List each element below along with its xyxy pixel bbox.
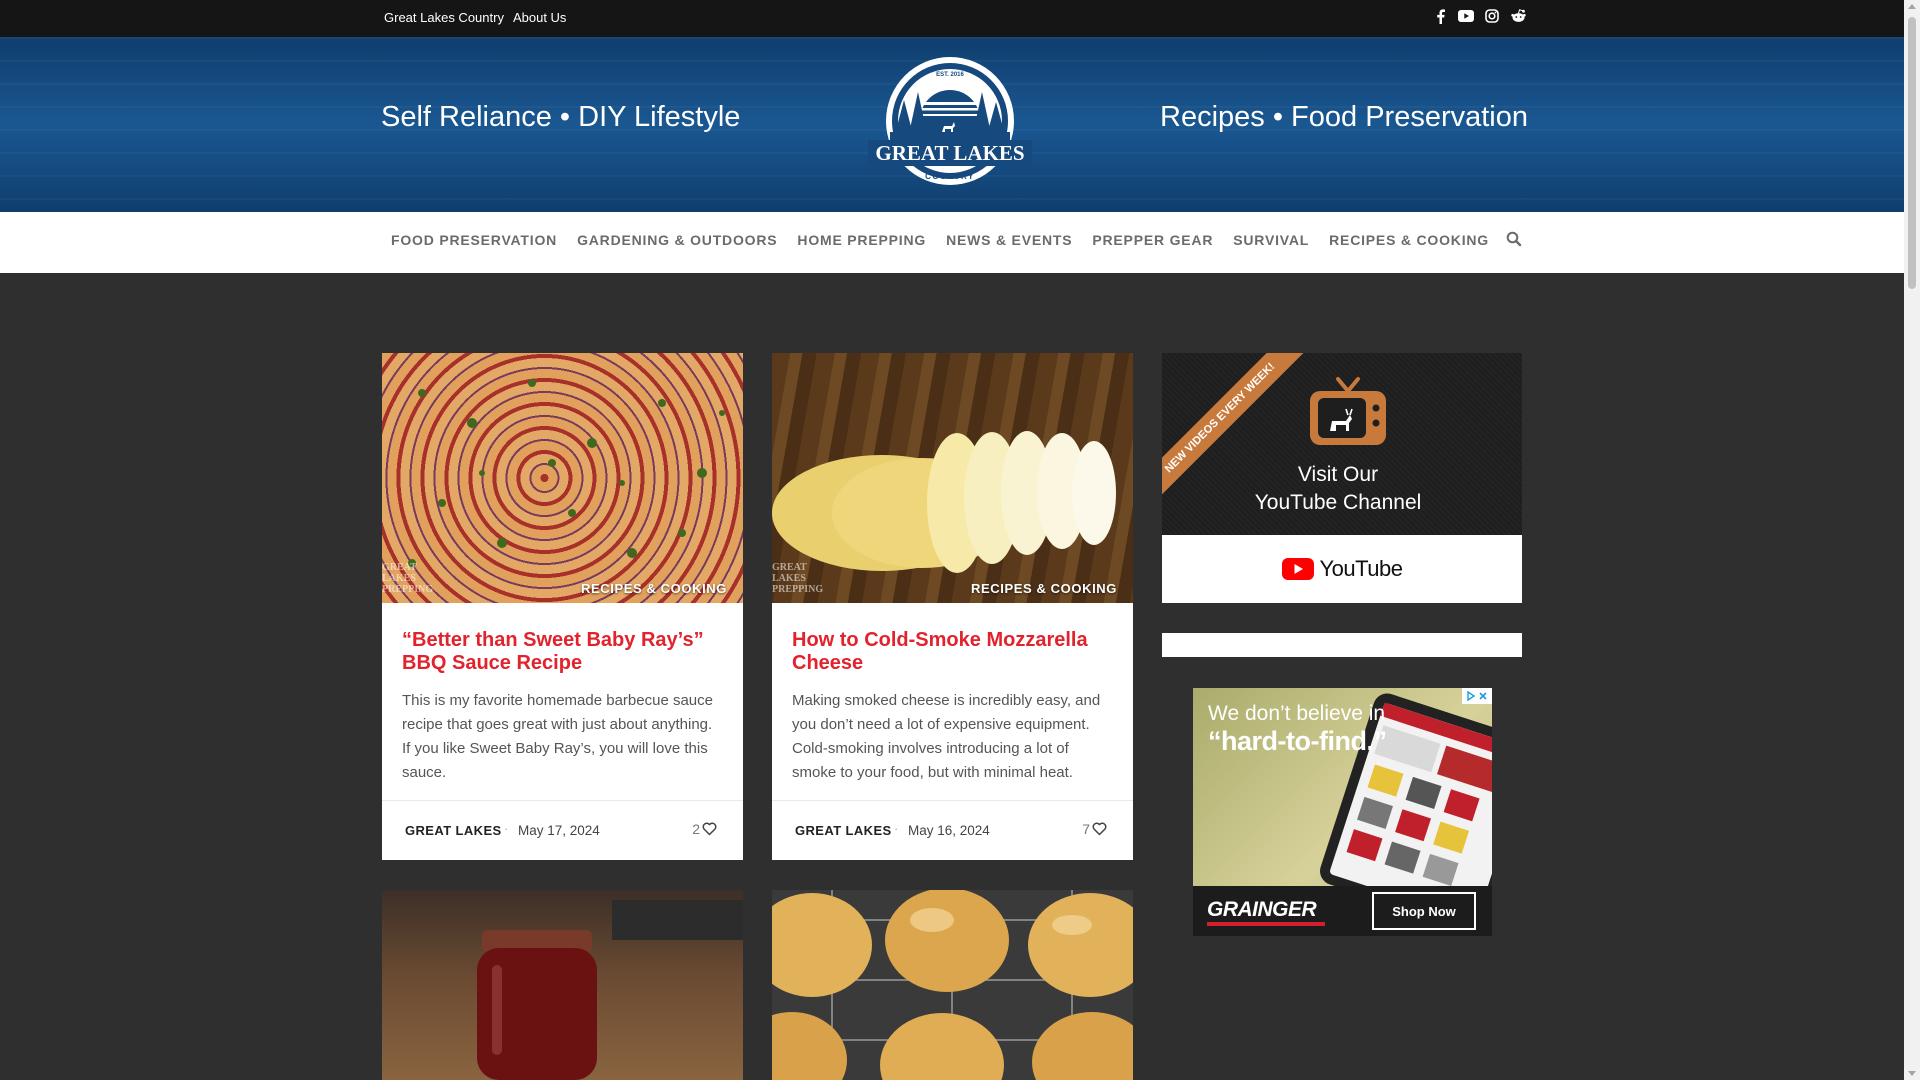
logo-est: EST. 2016 (936, 72, 964, 78)
post-category[interactable]: RECIPES & COOKING (971, 581, 1117, 596)
sauce-jar (477, 900, 743, 1080)
nav-item-news-events[interactable]: NEWS & EVENTS (946, 232, 1072, 248)
post-date: May 17, 2024 (518, 823, 600, 838)
post-author[interactable]: GREAT LAKES (405, 823, 502, 838)
nav-item-prepper-gear[interactable]: PREPPER GEAR (1092, 232, 1213, 248)
tagline-left: Self Reliance • DIY Lifestyle (381, 101, 741, 133)
post-card[interactable]: GREAT LAKES PREPPING RECIPES & COOKING “… (382, 353, 743, 860)
visit-youtube-text: Visit Our YouTube Channel (1162, 461, 1514, 517)
bread-rolls (772, 890, 1133, 1080)
page-scrollbar[interactable] (1904, 0, 1920, 1080)
post-image[interactable] (382, 890, 743, 1080)
like-count: 7 (1082, 821, 1090, 837)
top-bar: Great Lakes Country About Us (0, 0, 1904, 37)
adchoices-icon[interactable] (1462, 688, 1492, 704)
youtube-icon[interactable] (1458, 8, 1474, 24)
post-card[interactable]: GREAT LAKES PREPPING RECIPES & COOKING H… (772, 353, 1133, 860)
grainger-logo-underline (1207, 922, 1325, 926)
post-image[interactable]: GREAT LAKES PREPPING RECIPES & COOKING (772, 353, 1133, 603)
scrollbar-thumb[interactable] (1908, 17, 1916, 289)
scroll-up-arrow[interactable] (1908, 4, 1916, 9)
nav-item-home-prepping[interactable]: HOME PREPPING (797, 232, 926, 248)
image-watermark: GREAT LAKES PREPPING (772, 562, 824, 595)
instagram-icon[interactable] (1484, 8, 1500, 24)
top-link-about-us[interactable]: About Us (513, 10, 566, 25)
post-author[interactable]: GREAT LAKES (795, 823, 892, 838)
like-button[interactable]: 2 (692, 821, 717, 837)
post-title[interactable]: How to Cold-Smoke Mozzarella Cheese (772, 603, 1133, 675)
youtube-play-icon (1281, 558, 1314, 580)
nav-item-recipes-cooking[interactable]: RECIPES & COOKING (1329, 232, 1489, 248)
meta-separator: · (504, 821, 509, 836)
meta-separator: · (894, 821, 899, 836)
top-links: Great Lakes Country About Us (384, 10, 566, 25)
visit-line-2: YouTube Channel (1254, 491, 1422, 514)
post-title[interactable]: “Better than Sweet Baby Ray’s” BBQ Sauce… (382, 603, 743, 675)
post-card[interactable] (382, 890, 743, 1080)
social-links (1432, 8, 1526, 24)
like-count: 2 (692, 821, 700, 837)
like-button[interactable]: 7 (1082, 821, 1107, 837)
image-watermark: GREAT LAKES PREPPING (382, 562, 434, 595)
youtube-logo[interactable]: YouTube (1162, 535, 1522, 603)
reddit-icon[interactable] (1510, 8, 1526, 24)
ad-footer: GRAINGER Shop Now (1193, 886, 1492, 936)
post-image[interactable] (772, 890, 1133, 1080)
ad-headline-1: We don’t believe in (1208, 702, 1386, 725)
ad-headline-2: “hard-to-find.” (1208, 726, 1387, 756)
nav-item-survival[interactable]: SURVIVAL (1233, 232, 1309, 248)
sidebar-widget-placeholder (1162, 633, 1522, 657)
facebook-icon[interactable] (1432, 8, 1448, 24)
nav-item-food-preservation[interactable]: FOOD PRESERVATION (391, 232, 557, 248)
post-excerpt: Making smoked cheese is incredibly easy,… (792, 692, 1101, 781)
top-link-great-lakes-country[interactable]: Great Lakes Country (384, 10, 504, 25)
grainger-logo: GRAINGER (1207, 898, 1317, 921)
main-nav: FOOD PRESERVATION GARDENING & OUTDOORS H… (0, 212, 1904, 273)
tagline-right: Recipes • Food Preservation (1160, 101, 1528, 133)
heart-icon (702, 822, 717, 836)
post-category[interactable]: RECIPES & COOKING (581, 581, 727, 596)
post-card[interactable] (772, 890, 1133, 1080)
nav-item-gardening-outdoors[interactable]: GARDENING & OUTDOORS (577, 232, 777, 248)
visit-line-1: Visit Our (1297, 463, 1379, 486)
grainger-ad[interactable]: We don’t believe in “hard-to-find.” GRAI… (1193, 688, 1492, 936)
heart-icon (1092, 822, 1107, 836)
tv-deer-icon (1310, 377, 1386, 445)
site-header: Self Reliance • DIY Lifestyle EST. 2016 … (0, 37, 1904, 212)
youtube-wordmark: YouTube (1319, 556, 1403, 581)
close-ad-icon[interactable] (1478, 691, 1488, 701)
shop-now-button[interactable]: Shop Now (1372, 892, 1476, 930)
logo-name: GREAT LAKES (875, 141, 1024, 165)
youtube-channel-widget[interactable]: NEW VIDEOS EVERY WEEK! Visit Our YouTube… (1162, 353, 1522, 603)
site-logo[interactable]: EST. 2016 GREAT LAKES COUNTRY (868, 52, 1032, 194)
search-icon[interactable] (1506, 231, 1522, 247)
logo-sub: COUNTRY (925, 172, 975, 181)
post-image[interactable]: GREAT LAKES PREPPING RECIPES & COOKING (382, 353, 743, 603)
post-meta: GREAT LAKES · May 16, 2024 7 (772, 800, 1133, 860)
youtube-promo-banner[interactable]: NEW VIDEOS EVERY WEEK! Visit Our YouTube… (1162, 353, 1522, 535)
scroll-down-arrow[interactable] (1908, 1071, 1916, 1076)
nav-items: FOOD PRESERVATION GARDENING & OUTDOORS H… (391, 232, 1489, 248)
post-excerpt: This is my favorite homemade barbecue sa… (402, 692, 713, 781)
post-meta: GREAT LAKES · May 17, 2024 2 (382, 800, 743, 860)
post-date: May 16, 2024 (908, 823, 990, 838)
